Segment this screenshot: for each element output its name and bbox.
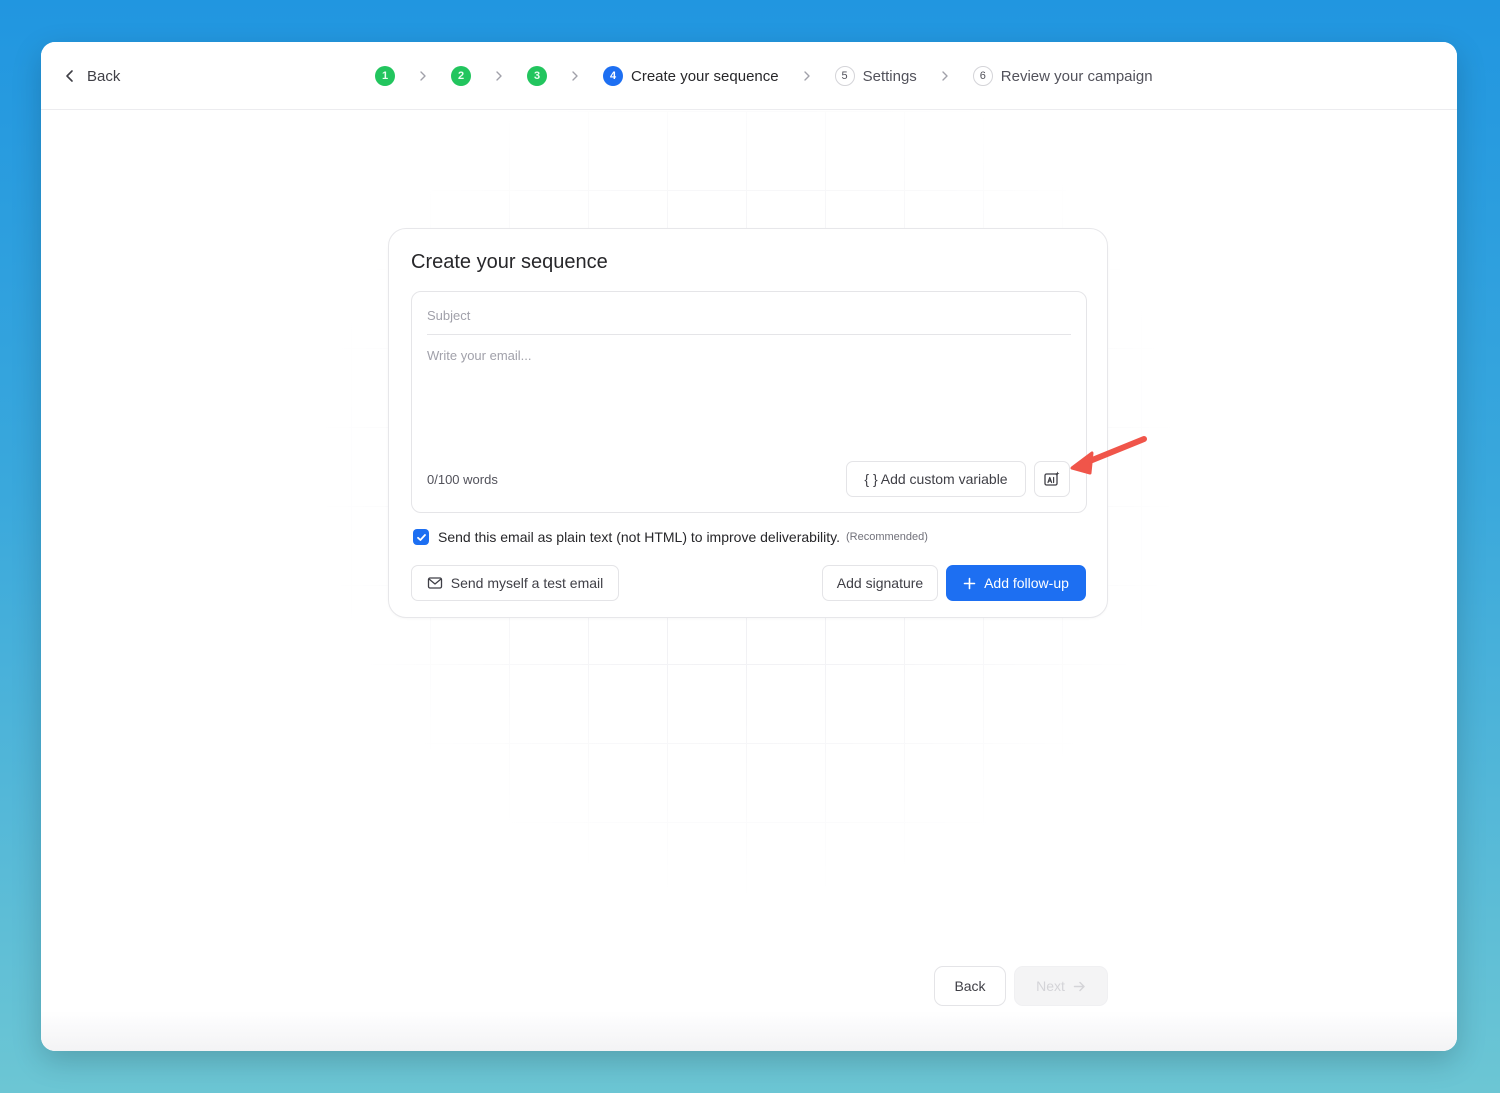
plus-icon: [963, 577, 976, 589]
step-6-number: 6: [972, 66, 993, 86]
step-4[interactable]: 4 Create your sequence: [603, 66, 779, 86]
step-2-number: 2: [451, 66, 471, 86]
recommended-label: (Recommended): [846, 531, 928, 543]
step-4-label: Create your sequence: [631, 67, 779, 85]
chevron-right-icon: [569, 70, 581, 82]
mail-icon: [427, 577, 442, 589]
chevron-right-icon: [939, 70, 951, 82]
step-1[interactable]: 1: [375, 66, 395, 86]
ai-sparkle-icon: [1044, 471, 1060, 486]
app-window: Back 1 2 3 4 Create your sequence 5 Sett…: [41, 42, 1457, 1051]
step-1-number: 1: [375, 66, 395, 86]
top-bar: Back 1 2 3 4 Create your sequence 5 Sett…: [41, 42, 1457, 110]
add-follow-up-button[interactable]: Add follow-up: [946, 565, 1086, 601]
chevron-left-icon: [66, 70, 73, 82]
sequence-card: Create your sequence 0/100 words { } Add…: [388, 228, 1108, 618]
add-follow-up-label: Add follow-up: [984, 575, 1069, 591]
arrow-right-icon: [1073, 981, 1085, 991]
footer-back-button[interactable]: Back: [934, 966, 1006, 1006]
step-3-number: 3: [527, 66, 547, 86]
chevron-right-icon: [417, 70, 429, 82]
email-body-input[interactable]: [427, 348, 1071, 448]
annotation-arrow-icon: [1070, 436, 1147, 475]
email-editor: 0/100 words { } Add custom variable: [411, 291, 1087, 513]
step-5[interactable]: 5 Settings: [834, 66, 917, 86]
stepper: 1 2 3 4 Create your sequence 5 Settings: [375, 64, 1153, 88]
check-icon: [416, 533, 426, 541]
header-back-button[interactable]: Back: [63, 64, 120, 88]
footer-next-label: Next: [1036, 978, 1065, 994]
step-3[interactable]: 3: [527, 66, 547, 86]
send-test-email-label: Send myself a test email: [450, 575, 604, 591]
header-back-label: Back: [87, 67, 121, 85]
bottom-fade: [41, 1011, 1457, 1051]
send-test-email-button[interactable]: Send myself a test email: [411, 565, 619, 601]
plain-text-label: Send this email as plain text (not HTML)…: [438, 529, 841, 545]
content-area: Create your sequence 0/100 words { } Add…: [41, 111, 1457, 1051]
card-title: Create your sequence: [411, 251, 608, 273]
plain-text-option: Send this email as plain text (not HTML)…: [413, 529, 928, 545]
chevron-right-icon: [801, 70, 813, 82]
add-signature-button[interactable]: Add signature: [822, 565, 938, 601]
chevron-right-icon: [493, 70, 505, 82]
step-6-label: Review your campaign: [1000, 67, 1153, 85]
word-count: 0/100 words: [427, 472, 498, 487]
add-signature-label: Add signature: [836, 575, 924, 591]
plain-text-checkbox[interactable]: [413, 529, 429, 545]
footer-back-label: Back: [954, 978, 986, 994]
subject-input[interactable]: [427, 292, 1071, 335]
step-2[interactable]: 2: [451, 66, 471, 86]
add-custom-variable-button[interactable]: { } Add custom variable: [846, 461, 1026, 497]
ai-assist-button[interactable]: [1034, 461, 1070, 497]
step-5-label: Settings: [862, 67, 917, 85]
step-6[interactable]: 6 Review your campaign: [972, 66, 1153, 86]
footer-next-button[interactable]: Next: [1014, 966, 1108, 1006]
step-5-number: 5: [834, 66, 855, 86]
step-4-number: 4: [603, 66, 623, 86]
